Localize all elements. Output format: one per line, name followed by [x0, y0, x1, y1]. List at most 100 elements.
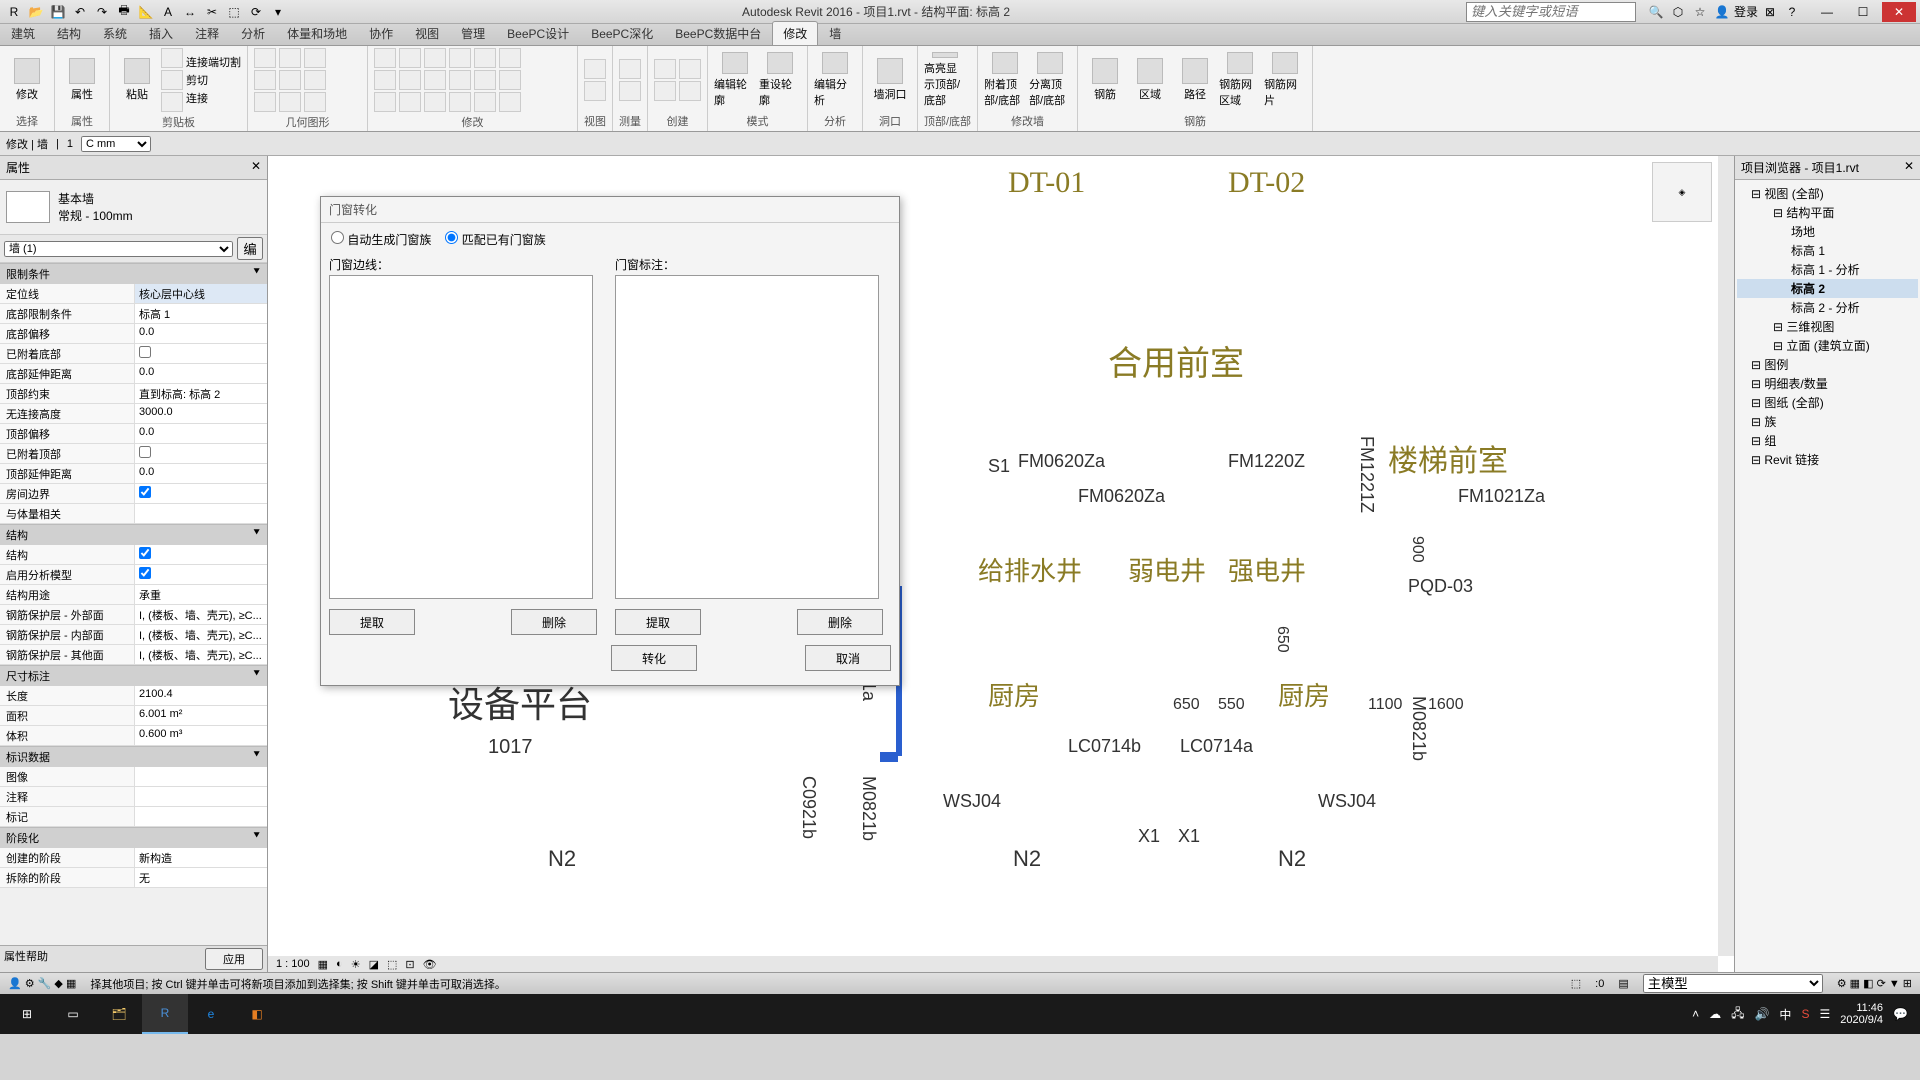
offset-icon[interactable]	[449, 70, 471, 90]
sec-dim[interactable]: 尺寸标注⯆	[0, 665, 267, 686]
tree-node[interactable]: ⊟ 明细表/数量	[1737, 374, 1918, 393]
tab-system[interactable]: 系统	[92, 21, 138, 45]
status-icons[interactable]: 👤 ⚙ 🔧 ◆ ▦	[8, 977, 76, 990]
tree-node[interactable]: 标高 1	[1737, 241, 1918, 260]
dim-icon[interactable]: ↔	[180, 2, 200, 22]
search-icon[interactable]: 🔍	[1646, 2, 1666, 22]
detach-wall[interactable]: 分离顶部/底部	[1029, 52, 1071, 108]
m1-icon[interactable]	[474, 48, 496, 68]
scale-icon[interactable]	[399, 92, 421, 112]
radio-auto[interactable]: 自动生成门窗族	[331, 231, 431, 248]
wall-grip[interactable]	[880, 752, 898, 762]
sec-limit[interactable]: 限制条件⯆	[0, 263, 267, 284]
mirror-icon[interactable]	[374, 92, 396, 112]
tab-beepc2[interactable]: BeePC深化	[580, 21, 664, 45]
main-model-select[interactable]: 主模型	[1643, 974, 1823, 993]
redo-icon[interactable]: ↷	[92, 2, 112, 22]
v2[interactable]	[584, 81, 606, 101]
app-menu-button[interactable]: R	[4, 2, 24, 22]
tab-beepc3[interactable]: BeePC数据中台	[664, 21, 772, 45]
tray-up-icon[interactable]: ˄	[1692, 1007, 1699, 1021]
delete-edge-button[interactable]: 删除	[511, 609, 597, 635]
sun-icon[interactable]: ☀	[351, 958, 361, 971]
m6-icon[interactable]	[499, 92, 521, 112]
detail-icon[interactable]: ▦	[318, 958, 328, 971]
cr3[interactable]	[679, 59, 701, 79]
geom-8[interactable]	[304, 70, 326, 90]
open-icon[interactable]: 📂	[26, 2, 46, 22]
cut-icon[interactable]	[161, 48, 183, 68]
props-tool[interactable]: 属性	[61, 52, 103, 108]
save-icon[interactable]: 💾	[48, 2, 68, 22]
crop-icon[interactable]: ⬚	[387, 958, 397, 971]
delete-tag-button[interactable]: 删除	[797, 609, 883, 635]
tab-analyze[interactable]: 分析	[230, 21, 276, 45]
measure-icon[interactable]: 📐	[136, 2, 156, 22]
start-button[interactable]: ⊞	[4, 994, 50, 1034]
geom-7[interactable]	[304, 48, 326, 68]
hide-icon[interactable]: 👁	[423, 958, 437, 971]
geom-9[interactable]	[304, 92, 326, 112]
user-icon[interactable]: 👤	[1712, 2, 1732, 22]
filter-icon[interactable]: ▤	[1618, 977, 1628, 990]
opt-select[interactable]: C mm	[81, 136, 151, 152]
3d-icon[interactable]: ⬚	[224, 2, 244, 22]
tree-node[interactable]: 标高 2 - 分析	[1737, 298, 1918, 317]
tab-insert[interactable]: 插入	[138, 21, 184, 45]
tree-node[interactable]: ⊟ 三维视图	[1737, 317, 1918, 336]
tab-struct[interactable]: 结构	[46, 21, 92, 45]
dropdown-icon[interactable]: ▾	[268, 2, 288, 22]
sheet-tool[interactable]: 钢筋网片	[1264, 52, 1306, 108]
copy-icon[interactable]	[161, 70, 183, 90]
geom-3[interactable]	[254, 92, 276, 112]
grid-tool[interactable]: 钢筋网区域	[1219, 52, 1261, 108]
subscription-icon[interactable]: ⬡	[1668, 2, 1688, 22]
close-browser-icon[interactable]: ✕	[1904, 159, 1914, 176]
tab-arch[interactable]: 建筑	[0, 21, 46, 45]
app-icon[interactable]: ◧	[234, 994, 280, 1034]
scrollbar-v[interactable]	[1718, 156, 1734, 956]
pin-icon[interactable]	[449, 92, 471, 112]
cut-tool[interactable]: 剪切	[186, 72, 241, 88]
tray-app2-icon[interactable]: ☰	[1819, 1007, 1830, 1021]
text-icon[interactable]: A	[158, 2, 178, 22]
print-icon[interactable]: 🖶	[114, 2, 134, 22]
pick-tag-button[interactable]: 提取	[615, 609, 701, 635]
path-tool[interactable]: 路径	[1174, 52, 1216, 108]
minimize-button[interactable]: —	[1810, 2, 1844, 22]
close-button[interactable]: ✕	[1882, 2, 1916, 22]
tray-cloud-icon[interactable]: ☁	[1709, 1007, 1721, 1021]
meas2[interactable]	[619, 81, 641, 101]
attach-wall[interactable]: 附着顶部/底部	[984, 52, 1026, 108]
apply-button[interactable]: 应用	[205, 948, 263, 970]
geom-2[interactable]	[254, 70, 276, 90]
tab-wall[interactable]: 墙	[818, 21, 852, 45]
modify-tool[interactable]: 修改	[6, 52, 48, 108]
match-icon[interactable]	[161, 92, 183, 112]
sync-icon[interactable]: ⟳	[246, 2, 266, 22]
notif-icon[interactable]: 💬	[1893, 1007, 1908, 1021]
tree-node[interactable]: ⊟ 视图 (全部)	[1737, 184, 1918, 203]
m3-icon[interactable]	[474, 92, 496, 112]
radio-match[interactable]: 匹配已有门窗族	[445, 231, 545, 248]
nav-bar[interactable]	[1672, 226, 1712, 426]
tree-node[interactable]: 场地	[1737, 222, 1918, 241]
browser-tree[interactable]: ⊟ 视图 (全部)⊟ 结构平面场地标高 1标高 1 - 分析标高 2标高 2 -…	[1735, 180, 1920, 972]
tree-node[interactable]: ⊟ 结构平面	[1737, 203, 1918, 222]
edge-listbox[interactable]	[329, 275, 593, 599]
favorite-icon[interactable]: ☆	[1690, 2, 1710, 22]
section-icon[interactable]: ✂	[202, 2, 222, 22]
join-cut[interactable]: 连接端切割	[186, 54, 241, 70]
tab-modify[interactable]: 修改	[772, 21, 818, 45]
edit-type-button[interactable]: 编	[237, 237, 263, 260]
visual-icon[interactable]: ◐	[336, 958, 343, 970]
tree-node[interactable]: ⊟ Revit 链接	[1737, 450, 1918, 469]
close-props-icon[interactable]: ✕	[251, 159, 261, 176]
reset-profile[interactable]: 重设轮廓	[759, 52, 801, 108]
m5-icon[interactable]	[499, 70, 521, 90]
edit-profile[interactable]: 编辑轮廓	[714, 52, 756, 108]
edit-analysis[interactable]: 编辑分析	[814, 52, 856, 108]
v1[interactable]	[584, 59, 606, 79]
tree-node[interactable]: ⊟ 图例	[1737, 355, 1918, 374]
edge-icon[interactable]: e	[188, 994, 234, 1034]
